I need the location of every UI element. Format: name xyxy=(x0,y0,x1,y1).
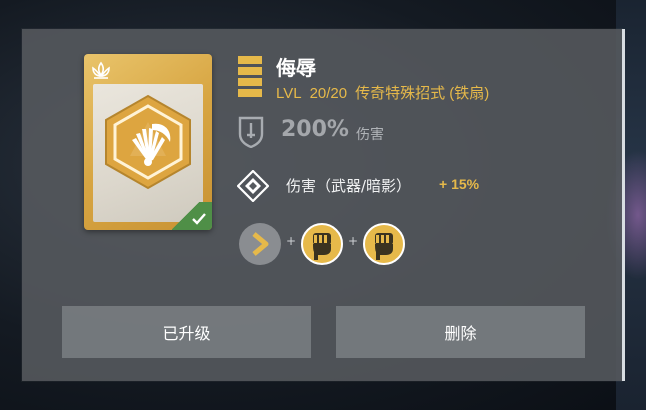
lotus-icon xyxy=(90,61,112,85)
skill-name: 侮辱 xyxy=(276,56,316,80)
damage-value: 200% xyxy=(281,117,349,142)
upgraded-button[interactable]: 已升级 xyxy=(62,306,311,358)
iron-fan-emblem-icon xyxy=(102,94,194,194)
combo-plus: + xyxy=(286,234,297,248)
delete-button[interactable]: 删除 xyxy=(336,306,585,358)
combo-arrow-right-icon xyxy=(238,222,282,270)
diamond-target-icon xyxy=(236,169,270,206)
skill-category: 传奇特殊招式 (铁扇) xyxy=(355,85,490,102)
combo-fist-icon xyxy=(300,222,344,270)
level-stack-icon xyxy=(238,56,262,102)
combo-plus: + xyxy=(348,234,359,248)
skill-card[interactable] xyxy=(84,54,212,230)
combo-fist-icon xyxy=(362,222,406,270)
bonus-label: 伤害（武器/暗影） xyxy=(286,177,412,195)
owned-check-icon xyxy=(172,202,212,230)
bonus-value: + 15% xyxy=(439,176,480,192)
level-value: 20/20 xyxy=(309,85,348,102)
sword-shield-icon xyxy=(238,116,264,152)
skill-level-line: LVL 20/20 传奇特殊招式 (铁扇) xyxy=(276,82,489,103)
damage-label: 伤害 xyxy=(356,127,384,143)
level-prefix: LVL xyxy=(276,85,302,102)
panel-edge xyxy=(622,29,625,381)
